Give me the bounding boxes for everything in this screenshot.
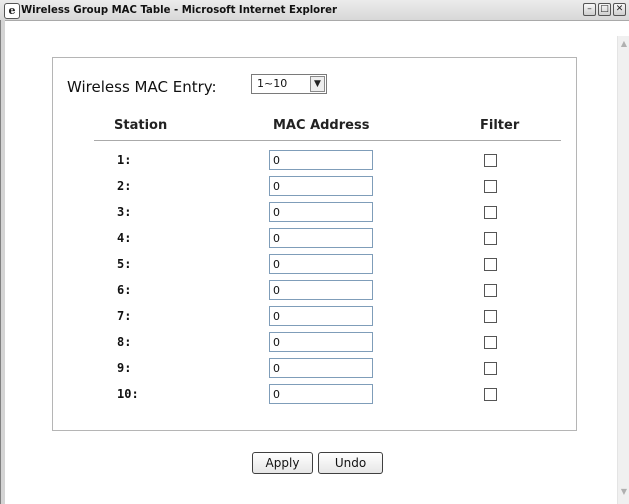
station-number: 2:: [117, 179, 132, 193]
maximize-button[interactable]: □: [598, 3, 611, 16]
window-title: Wireless Group MAC Table - Microsoft Int…: [21, 3, 337, 16]
mac-address-input[interactable]: [269, 384, 373, 404]
apply-button[interactable]: Apply: [252, 452, 313, 474]
arrow-down-icon[interactable]: ▼: [620, 488, 628, 496]
mac-address-input[interactable]: [269, 228, 373, 248]
station-number: 1:: [117, 153, 132, 167]
mac-address-input[interactable]: [269, 254, 373, 274]
wireless-mac-entry-label: Wireless MAC Entry:: [67, 78, 217, 96]
filter-checkbox[interactable]: [484, 336, 497, 349]
title-bar: e Wireless Group MAC Table - Microsoft I…: [0, 0, 629, 21]
ie-page-icon: e: [4, 3, 20, 19]
station-number: 8:: [117, 335, 132, 349]
table-row: 7:: [0, 306, 629, 328]
browser-window: e Wireless Group MAC Table - Microsoft I…: [0, 0, 629, 504]
filter-checkbox[interactable]: [484, 362, 497, 375]
station-number: 5:: [117, 257, 132, 271]
table-row: 6:: [0, 280, 629, 302]
table-row: 3:: [0, 202, 629, 224]
header-divider: [94, 140, 561, 141]
table-row: 10:: [0, 384, 629, 406]
filter-checkbox[interactable]: [484, 284, 497, 297]
station-number: 7:: [117, 309, 132, 323]
minimize-button[interactable]: –: [583, 3, 596, 16]
station-number: 3:: [117, 205, 132, 219]
column-header-mac-address: MAC Address: [273, 118, 370, 133]
table-row: 8:: [0, 332, 629, 354]
filter-checkbox[interactable]: [484, 154, 497, 167]
table-row: 4:: [0, 228, 629, 250]
mac-address-input[interactable]: [269, 202, 373, 222]
filter-checkbox[interactable]: [484, 232, 497, 245]
filter-checkbox[interactable]: [484, 180, 497, 193]
undo-button[interactable]: Undo: [318, 452, 383, 474]
filter-checkbox[interactable]: [484, 388, 497, 401]
mac-address-input[interactable]: [269, 150, 373, 170]
chevron-down-icon[interactable]: ▼: [310, 76, 325, 92]
filter-checkbox[interactable]: [484, 206, 497, 219]
station-number: 6:: [117, 283, 132, 297]
station-number: 4:: [117, 231, 132, 245]
table-row: 2:: [0, 176, 629, 198]
table-row: 1:: [0, 150, 629, 172]
entry-select-value: 1~10: [257, 77, 288, 90]
mac-address-input[interactable]: [269, 306, 373, 326]
station-number: 9:: [117, 361, 132, 375]
column-header-filter: Filter: [480, 118, 520, 133]
mac-address-input[interactable]: [269, 332, 373, 352]
filter-checkbox[interactable]: [484, 310, 497, 323]
arrow-up-icon[interactable]: ▲: [620, 40, 628, 48]
mac-address-input[interactable]: [269, 176, 373, 196]
mac-address-input[interactable]: [269, 358, 373, 378]
mac-address-input[interactable]: [269, 280, 373, 300]
station-number: 10:: [117, 387, 139, 401]
column-header-station: Station: [114, 118, 168, 133]
table-row: 9:: [0, 358, 629, 380]
close-button[interactable]: ✕: [613, 3, 626, 16]
filter-checkbox[interactable]: [484, 258, 497, 271]
wireless-mac-entry-select[interactable]: 1~10 ▼: [251, 74, 327, 94]
table-row: 5:: [0, 254, 629, 276]
